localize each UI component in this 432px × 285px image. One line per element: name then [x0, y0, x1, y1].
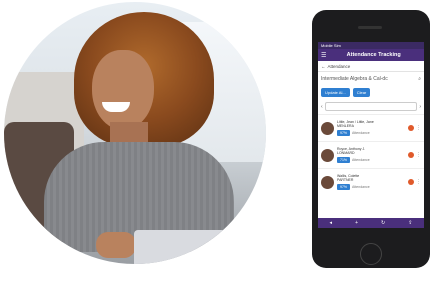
more-options-icon[interactable]: ⋮: [416, 152, 421, 158]
student-stats: 97% Attendance: [337, 130, 406, 136]
person-hand: [96, 232, 136, 258]
filter-input[interactable]: [324, 102, 418, 111]
clear-button[interactable]: Clear: [352, 88, 371, 97]
chevron-left-icon[interactable]: ‹: [321, 104, 323, 110]
status-left: Mobile Sim: [321, 43, 341, 48]
attendance-percent: 71%: [337, 157, 351, 163]
attendance-percent: 97%: [337, 184, 351, 190]
back-arrow-icon[interactable]: ←: [321, 64, 326, 69]
student-info: Royce, Anthony J. LONMARD 71% Attendance: [337, 147, 406, 163]
app-bar: ☰ Attendance Tracking: [318, 49, 424, 61]
search-icon[interactable]: ⌕: [418, 76, 421, 82]
status-indicator-icon: [408, 152, 414, 158]
attendance-status: Attendance: [352, 185, 370, 189]
course-header: Intermediate Algebra & Cal-dc ⌕: [318, 72, 424, 86]
status-indicator-icon: [408, 179, 414, 185]
list-item[interactable]: Royce, Anthony J. LONMARD 71% Attendance…: [318, 141, 424, 168]
home-button[interactable]: [360, 243, 382, 265]
student-stats: 97% Attendance: [337, 184, 406, 190]
chevron-right-icon[interactable]: ›: [419, 104, 421, 110]
list-item[interactable]: Wallis, Colette PARTNER 97% Attendance ⋮: [318, 168, 424, 195]
list-item[interactable]: Little, Jean / Little, Jane MENLERA 97% …: [318, 114, 424, 141]
more-options-icon[interactable]: ⋮: [416, 179, 421, 185]
breadcrumb-label: Attendance: [327, 63, 351, 69]
more-options-icon[interactable]: ⋮: [416, 125, 421, 131]
phone-screen: Mobile Sim ☰ Attendance Tracking ← Atten…: [318, 42, 424, 228]
filter-bar: ‹ ›: [318, 99, 424, 114]
avatar: [321, 148, 334, 162]
student-sub: PARTNER: [337, 178, 354, 182]
student-stats: 71% Attendance: [337, 157, 406, 163]
action-pills: Update Al... Clear: [318, 86, 424, 99]
student-sub: LONMARD: [337, 151, 355, 155]
laptop: [134, 230, 244, 264]
attendance-status: Attendance: [352, 158, 370, 162]
add-icon[interactable]: +: [355, 220, 358, 226]
course-title: Intermediate Algebra & Cal-dc: [321, 76, 388, 82]
app-title: Attendance Tracking: [346, 52, 401, 58]
status-bar: Mobile Sim: [318, 42, 424, 49]
bottom-toolbar: ◂ + ↻ ⇪: [318, 218, 424, 228]
person-face: [92, 50, 154, 130]
student-sub: MENLERA: [337, 124, 354, 128]
phone-speaker: [358, 26, 382, 29]
avatar: [321, 121, 334, 135]
hero-photo: [4, 2, 266, 264]
update-all-button[interactable]: Update Al...: [321, 88, 350, 97]
breadcrumb[interactable]: ← Attendance: [318, 61, 424, 72]
student-info: Wallis, Colette PARTNER 97% Attendance: [337, 174, 406, 190]
back-icon[interactable]: ◂: [330, 220, 333, 226]
avatar: [321, 175, 334, 189]
share-icon[interactable]: ⇪: [408, 220, 412, 226]
student-info: Little, Jean / Little, Jane MENLERA 97% …: [337, 120, 406, 136]
refresh-icon[interactable]: ↻: [381, 220, 385, 226]
attendance-status: Attendance: [352, 131, 370, 135]
attendance-percent: 97%: [337, 130, 351, 136]
status-indicator-icon: [408, 125, 414, 131]
